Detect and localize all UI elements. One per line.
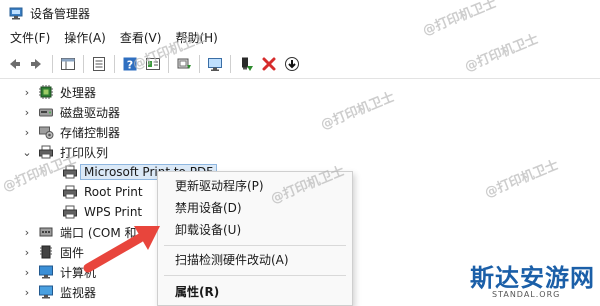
chevron-right-icon[interactable]: › [20,282,34,302]
tree-item-label: Root Print [84,185,143,199]
toolbar-separator [199,55,200,73]
computer-icon [38,264,54,280]
menu-scan-hardware[interactable]: 扫描检测硬件改动(A) [158,249,352,271]
menu-disable-device[interactable]: 禁用设备(D) [158,197,352,219]
device-manager-icon [9,6,23,20]
site-logo-subtitle: STANDAL.ORG [492,290,561,299]
tree-item-monitor[interactable]: › 监视器 [20,282,96,302]
port-icon [38,224,54,240]
tree-item-disk-drive[interactable]: › 磁盘驱动器 [20,102,120,122]
context-menu: 更新驱动程序(P) 禁用设备(D) 卸载设备(U) 扫描检测硬件改动(A) 属性… [157,171,353,306]
window-title: 设备管理器 [30,6,91,21]
menu-separator [164,275,346,276]
toolbar-divider [0,78,600,79]
disk-drive-icon [38,104,54,120]
enable-device-icon[interactable] [236,54,256,74]
tree-item-storage-controller[interactable]: › 存储控制器 [20,122,120,142]
chevron-down-icon[interactable]: ⌄ [20,142,34,162]
annotation-arrow [83,226,160,273]
title-bar: 设备管理器 [0,0,600,26]
toolbar-separator [114,55,115,73]
chevron-right-icon[interactable]: › [20,262,34,282]
processor-icon [38,84,54,100]
tree-item-label: 固件 [60,245,85,260]
back-arrow-icon[interactable] [4,54,24,74]
properties-grid-icon[interactable] [58,54,78,74]
update-driver-icon[interactable] [174,54,194,74]
toolbar-separator [230,55,231,73]
tree-item-label: 磁盘驱动器 [60,105,121,120]
tree-item-root-print[interactable]: Root Print [58,182,143,202]
tree-item-firmware[interactable]: › 固件 [20,242,84,262]
forward-arrow-icon[interactable] [27,54,47,74]
chevron-right-icon[interactable]: › [20,222,34,242]
firmware-icon [38,244,54,260]
tree-item-processor[interactable]: › 处理器 [20,82,96,102]
chevron-right-icon[interactable]: › [20,82,34,102]
menu-uninstall-device[interactable]: 卸载设备(U) [158,219,352,241]
menu-separator [164,245,346,246]
site-logo: 斯达安游网 [470,263,595,292]
chevron-right-icon[interactable]: › [20,102,34,122]
storage-controller-icon [38,124,54,140]
tree-item-label: 处理器 [60,85,97,100]
download-driver-icon[interactable] [282,54,302,74]
chevron-right-icon[interactable]: › [20,242,34,262]
toolbar-separator [52,55,53,73]
device-list-icon[interactable] [89,54,109,74]
scan-monitor-icon[interactable] [205,54,225,74]
printer-icon [62,184,78,200]
tree-item-label: WPS Print [84,205,143,219]
monitor-icon [38,284,54,300]
tree-item-wps-print[interactable]: WPS Print [58,202,142,222]
menu-action[interactable]: 操作(A) [57,28,113,48]
tree-item-label: 监视器 [60,285,97,300]
menu-properties[interactable]: 属性(R) [158,281,352,303]
chevron-right-icon[interactable]: › [20,122,34,142]
toolbar-separator [83,55,84,73]
uninstall-device-icon[interactable] [259,54,279,74]
printer-icon [62,204,78,220]
tree-item-label: 存储控制器 [60,125,121,140]
menu-file[interactable]: 文件(F) [3,28,57,48]
